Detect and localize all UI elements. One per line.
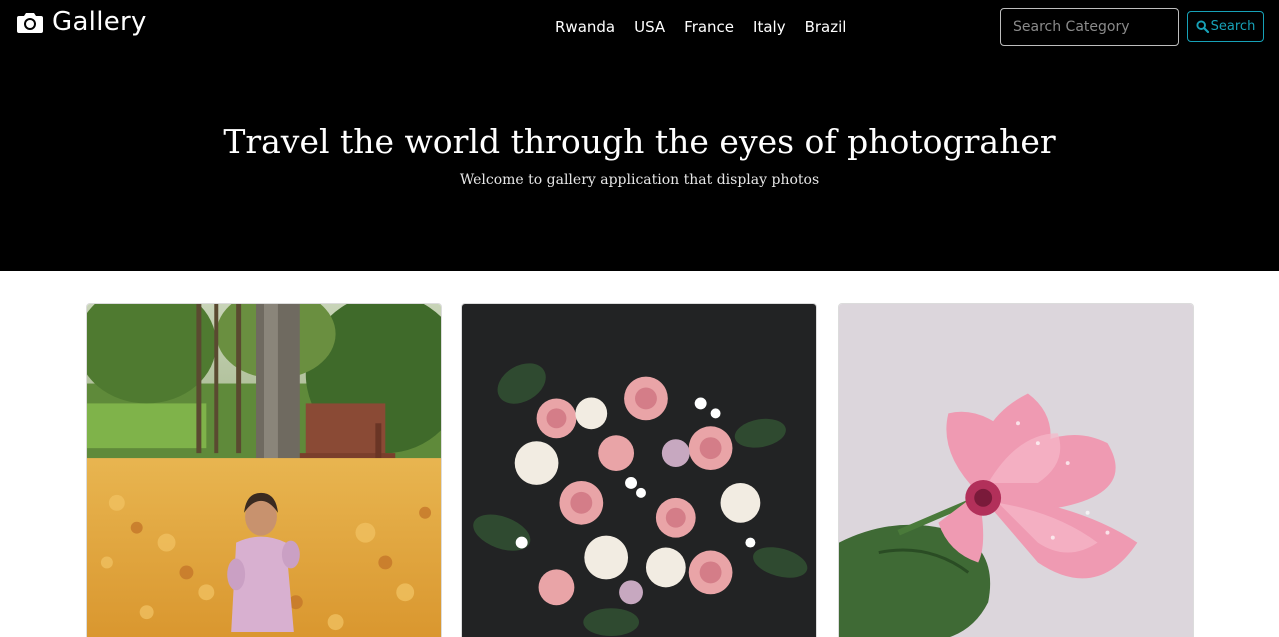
photo-autumn-child [87, 304, 441, 637]
brand-link[interactable]: Gallery [16, 4, 147, 40]
nav-link-italy[interactable]: Italy [753, 16, 786, 38]
search-button-label: Search [1210, 19, 1256, 34]
brand-label: Gallery [52, 7, 147, 37]
photo-card-rose-bouquet[interactable] [461, 303, 817, 637]
nav-link-france[interactable]: France [684, 16, 734, 38]
nav-link-brazil[interactable]: Brazil [805, 16, 847, 38]
photo-card-pink-flower[interactable] [838, 303, 1194, 637]
search-input[interactable] [1000, 8, 1179, 46]
photo-card-autumn-child[interactable] [86, 303, 442, 637]
nav-link-rwanda[interactable]: Rwanda [555, 16, 615, 38]
search-button[interactable]: Search [1187, 11, 1264, 42]
navbar: Gallery Rwanda USA France Italy Brazil S… [0, 0, 1279, 56]
photo-pink-flower [839, 304, 1193, 637]
search-icon [1196, 20, 1209, 33]
hero-title: Travel the world through the eyes of pho… [223, 122, 1056, 161]
photo-rose-bouquet [462, 304, 816, 637]
hero-banner: Travel the world through the eyes of pho… [0, 56, 1279, 271]
nav-links: Rwanda USA France Italy Brazil [555, 16, 846, 38]
camera-icon [17, 13, 43, 33]
hero-subtitle: Welcome to gallery application that disp… [459, 172, 820, 188]
nav-link-usa[interactable]: USA [634, 16, 665, 38]
